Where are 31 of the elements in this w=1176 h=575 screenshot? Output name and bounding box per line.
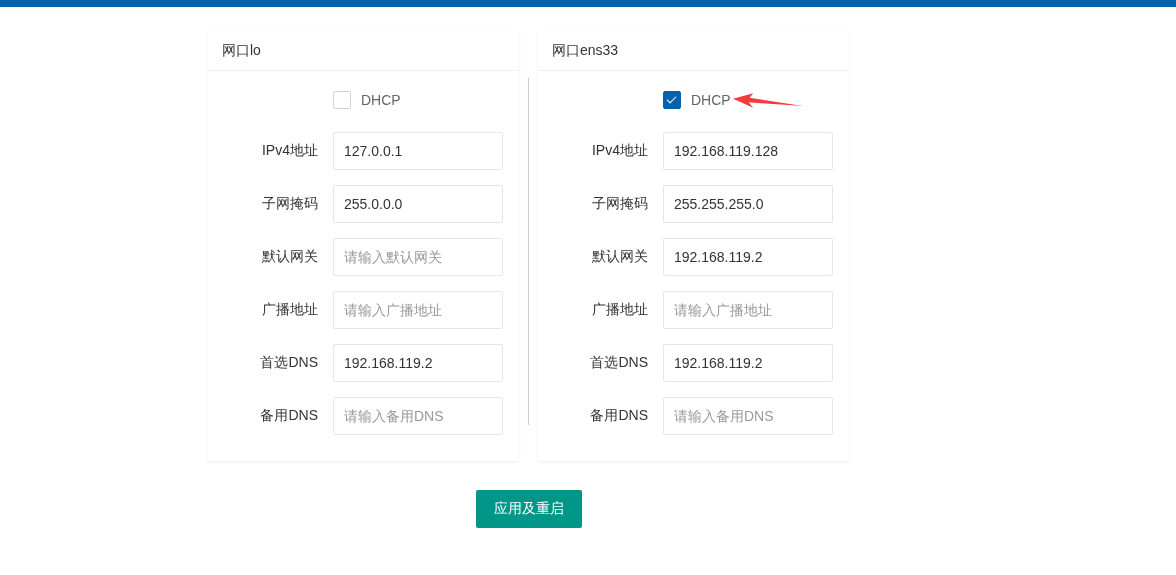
checkbox-label[interactable]: DHCP — [361, 92, 401, 108]
input-field[interactable]: 请输入备用DNS — [333, 397, 503, 435]
card-title: 网口lo — [208, 30, 519, 71]
field-label: IPv4地址 — [591, 142, 648, 160]
field-label: 首选DNS — [259, 354, 318, 372]
field-label: 默认网关 — [261, 248, 318, 266]
input-field[interactable]: 255.255.255.0 — [663, 185, 833, 223]
input-field[interactable]: 127.0.0.1 — [333, 132, 503, 170]
apply-restart-button[interactable]: 应用及重启 — [476, 490, 582, 528]
annotation-arrow — [733, 93, 803, 108]
input-field[interactable]: 192.168.119.2 — [663, 238, 833, 276]
field-label: 广播地址 — [591, 301, 648, 319]
input-field[interactable]: 192.168.119.2 — [663, 344, 833, 382]
input-field[interactable]: 请输入广播地址 — [663, 291, 833, 329]
field-label: 备用DNS — [589, 407, 648, 425]
field-label: 默认网关 — [591, 248, 648, 266]
input-field[interactable]: 255.0.0.0 — [333, 185, 503, 223]
dhcp-checkbox[interactable] — [663, 91, 681, 109]
input-field[interactable]: 请输入广播地址 — [333, 291, 503, 329]
input-field[interactable]: 请输入默认网关 — [333, 238, 503, 276]
field-label: 子网掩码 — [261, 195, 318, 213]
field-label: 首选DNS — [589, 354, 648, 372]
field-label: 广播地址 — [261, 301, 318, 319]
field-label: 子网掩码 — [591, 195, 648, 213]
field-label: IPv4地址 — [261, 142, 318, 160]
input-field[interactable]: 192.168.119.2 — [333, 344, 503, 382]
card-title: 网口ens33 — [538, 30, 849, 71]
field-label: 备用DNS — [259, 407, 318, 425]
checkbox-label[interactable]: DHCP — [691, 92, 731, 108]
input-field[interactable]: 192.168.119.128 — [663, 132, 833, 170]
input-field[interactable]: 请输入备用DNS — [663, 397, 833, 435]
